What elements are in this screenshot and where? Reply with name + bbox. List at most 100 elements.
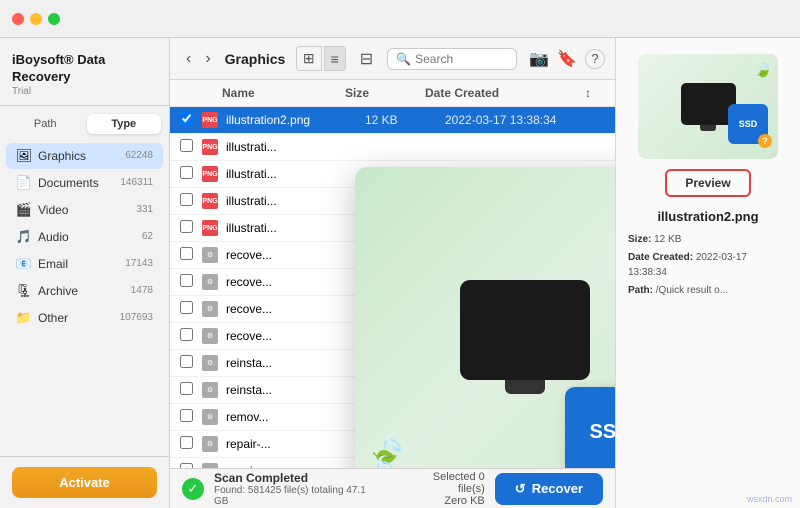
preview-button[interactable]: Preview <box>665 169 750 197</box>
file-name-10: reinsta... <box>226 383 365 397</box>
preview-overlay: 🍃 🍃 SSD ? 🍃 <box>355 167 615 468</box>
search-box: 🔍 <box>387 48 517 70</box>
file-name-2: illustrati... <box>226 167 365 181</box>
toolbar-nav: ‹ › <box>180 47 217 71</box>
documents-icon: 📄 <box>16 175 32 191</box>
close-button[interactable] <box>12 13 24 25</box>
sidebar-count-graphics: 62248 <box>125 150 153 161</box>
sidebar-count-archive: 1478 <box>131 285 153 296</box>
selected-size-label: Zero KB <box>403 495 485 507</box>
file-row-1[interactable]: PNG illustrati... <box>170 134 615 161</box>
sidebar-item-audio[interactable]: 🎵 Audio 62 <box>6 224 163 250</box>
sidebar-item-archive[interactable]: 🗜 Archive 1478 <box>6 278 163 304</box>
minimize-button[interactable] <box>30 13 42 25</box>
tab-type[interactable]: Type <box>87 114 162 134</box>
sidebar-item-graphics[interactable]: 🖼 Graphics 62248 <box>6 143 163 169</box>
sidebar-item-video[interactable]: 🎬 Video 331 <box>6 197 163 223</box>
detail-path-row: Path: /Quick result o... <box>628 283 788 298</box>
detail-size-row: Size: 12 KB <box>628 232 788 247</box>
archive-icon: 🗜 <box>16 283 32 299</box>
scan-status-label: Scan Completed <box>214 471 383 485</box>
sidebar-count-documents: 146311 <box>120 177 153 188</box>
scan-status-text-group: Scan Completed Found: 581425 file(s) tot… <box>214 471 383 507</box>
date-col-header[interactable]: Date Created <box>425 86 585 100</box>
sidebar-tabs: Path Type <box>0 106 169 138</box>
toolbar-right-icons: 📷 🔖 ? <box>529 49 605 69</box>
search-input[interactable] <box>415 52 508 66</box>
file-name-7: recove... <box>226 302 365 316</box>
right-panel: 🍃 SSD ? Preview illustration2.png Size: … <box>615 38 800 508</box>
file-type-icon-2: PNG <box>202 166 222 182</box>
file-type-icon-7: ⚙ <box>202 301 222 317</box>
sidebar-label-other: Other <box>38 311 120 325</box>
file-type-icon-13: ⚙ <box>202 463 222 468</box>
grid-view-button[interactable]: ⊞ <box>296 46 322 71</box>
filter-button[interactable]: ⊟ <box>354 46 379 72</box>
file-name-0: illustration2.png <box>226 113 365 127</box>
file-type-icon-10: ⚙ <box>202 382 222 398</box>
sidebar-item-other[interactable]: 📁 Other 107693 <box>6 305 163 331</box>
recover-button[interactable]: ↺ Recover <box>495 473 603 505</box>
file-row-0[interactable]: PNG illustration2.png 12 KB 2022-03-17 1… <box>170 107 615 134</box>
search-icon: 🔍 <box>396 52 411 66</box>
app-title: iBoysoft® Data Recovery <box>12 52 157 86</box>
detail-path-label: Path: <box>628 285 653 296</box>
toolbar: ‹ › Graphics ⊞ ≡ ⊟ 🔍 📷 🔖 ? <box>170 38 615 80</box>
sort-icon: ↕ <box>585 86 605 100</box>
file-name-8: recove... <box>226 329 365 343</box>
detail-date-label: Date Created: <box>628 252 693 263</box>
file-name-4: illustrati... <box>226 221 365 235</box>
file-name-12: repair-... <box>226 437 365 451</box>
app-trial: Trial <box>12 86 157 97</box>
sidebar-label-archive: Archive <box>38 284 131 298</box>
view-toggle: ⊞ ≡ <box>296 46 346 71</box>
ssd-label: SSD <box>589 421 615 444</box>
monitor-stand <box>505 380 545 394</box>
maximize-button[interactable] <box>48 13 60 25</box>
file-name-11: remov... <box>226 410 365 424</box>
file-type-icon-12: ⚙ <box>202 436 222 452</box>
file-type-icon-8: ⚙ <box>202 328 222 344</box>
activate-button[interactable]: Activate <box>12 467 157 498</box>
help-button[interactable]: ? <box>585 49 605 69</box>
detail-file-name: illustration2.png <box>657 209 758 224</box>
sidebar: iBoysoft® Data Recovery Trial Path Type … <box>0 38 170 508</box>
overlay-image: 🍃 🍃 SSD ? 🍃 <box>355 167 615 468</box>
app-container: iBoysoft® Data Recovery Trial Path Type … <box>0 38 800 508</box>
file-checkbox-0[interactable] <box>180 112 202 128</box>
file-type-icon-6: ⚙ <box>202 274 222 290</box>
sidebar-label-email: Email <box>38 257 125 271</box>
size-col-header[interactable]: Size <box>345 86 425 100</box>
name-col-header[interactable]: Name <box>222 86 345 100</box>
sidebar-count-other: 107693 <box>120 312 153 323</box>
audio-icon: 🎵 <box>16 229 32 245</box>
small-monitor-stand <box>700 125 716 131</box>
file-type-icon-5: ⚙ <box>202 247 222 263</box>
list-view-button[interactable]: ≡ <box>324 46 346 71</box>
bookmark-button[interactable]: 🔖 <box>557 49 577 69</box>
scan-status-icon: ✓ <box>182 478 204 500</box>
monitor-display <box>460 280 590 380</box>
preview-thumbnail: 🍃 SSD ? <box>638 54 778 159</box>
file-name-13: repair-... <box>226 464 365 468</box>
sidebar-items: 🖼 Graphics 62248 📄 Documents 146311 🎬 Vi… <box>0 138 169 456</box>
sidebar-item-email[interactable]: 📧 Email 17143 <box>6 251 163 277</box>
sidebar-label-graphics: Graphics <box>38 149 125 163</box>
camera-button[interactable]: 📷 <box>529 49 549 69</box>
bottom-bar: ✓ Scan Completed Found: 581425 file(s) t… <box>170 468 615 508</box>
detail-date-row: Date Created: 2022-03-17 13:38:34 <box>628 250 788 280</box>
sidebar-label-video: Video <box>38 203 136 217</box>
video-icon: 🎬 <box>16 202 32 218</box>
sidebar-header: iBoysoft® Data Recovery Trial <box>0 38 169 106</box>
toolbar-title: Graphics <box>225 51 288 67</box>
tab-path[interactable]: Path <box>8 114 83 134</box>
small-ssd-label: SSD <box>739 119 758 129</box>
sidebar-item-documents[interactable]: 📄 Documents 146311 <box>6 170 163 196</box>
sidebar-label-audio: Audio <box>38 230 142 244</box>
file-type-icon-9: ⚙ <box>202 355 222 371</box>
forward-button[interactable]: › <box>199 47 216 71</box>
other-icon: 📁 <box>16 310 32 326</box>
file-name-1: illustrati... <box>226 140 365 154</box>
back-button[interactable]: ‹ <box>180 47 197 71</box>
graphics-icon: 🖼 <box>16 148 32 164</box>
